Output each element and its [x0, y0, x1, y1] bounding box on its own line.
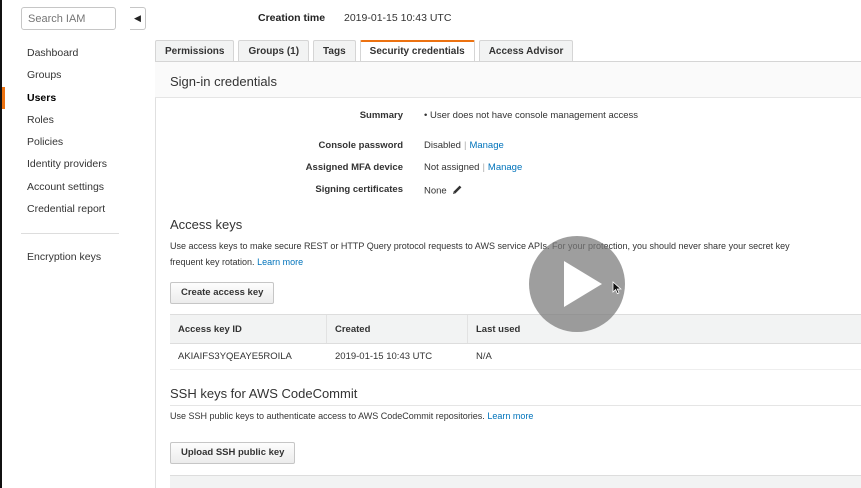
created-cell: 2019-01-15 10:43 UTC	[335, 351, 433, 362]
sidebar-item-groups[interactable]: Groups	[2, 64, 134, 86]
tab-permissions[interactable]: Permissions	[155, 40, 235, 62]
tab-tags[interactable]: Tags	[313, 40, 356, 62]
mfa-value: Not assigned	[424, 162, 480, 173]
play-button[interactable]	[529, 236, 625, 332]
sidebar-item-identity-providers[interactable]: Identity providers	[2, 153, 134, 175]
access-key-id-cell: AKIAIFS3YQEAYE5ROILA	[178, 351, 292, 362]
column-header-last-used[interactable]: Last used	[468, 315, 861, 343]
sidebar-item-policies[interactable]: Policies	[2, 131, 134, 153]
mfa-row: Not assigned | Manage	[424, 162, 523, 173]
sidebar-item-roles[interactable]: Roles	[2, 109, 134, 131]
ssh-keys-title: SSH keys for AWS CodeCommit	[170, 386, 358, 401]
sidebar-item-encryption-keys[interactable]: Encryption keys	[27, 251, 101, 263]
create-access-key-button[interactable]: Create access key	[170, 282, 275, 304]
upload-ssh-public-key-button[interactable]: Upload SSH public key	[170, 442, 296, 464]
signing-certificates-value: None	[424, 185, 447, 197]
sidebar-item-credential-report[interactable]: Credential report	[2, 198, 134, 220]
ssh-keys-table-header	[170, 475, 861, 488]
tab-bar: Permissions Groups (1) Tags Security cre…	[155, 40, 577, 62]
ssh-section-divider	[170, 405, 861, 406]
sidebar-collapse-button[interactable]: ◀	[130, 7, 146, 30]
signin-title: Sign-in credentials	[170, 74, 277, 89]
tab-groups[interactable]: Groups (1)	[238, 40, 310, 62]
creation-time-label: Creation time	[258, 12, 326, 24]
sidebar-nav: Dashboard Groups Users Roles Policies Id…	[2, 42, 134, 220]
search-input[interactable]	[21, 7, 116, 30]
pencil-icon[interactable]	[452, 184, 463, 198]
access-keys-description-line2: frequent key rotation. Learn more	[170, 255, 303, 270]
column-header-access-key-id[interactable]: Access key ID	[170, 315, 327, 343]
sidebar-item-users[interactable]: Users	[2, 86, 134, 109]
access-keys-table: Access key ID Created Last used AKIAIFS3…	[170, 314, 861, 370]
ssh-keys-description: Use SSH public keys to authenticate acce…	[170, 409, 533, 424]
table-header: Access key ID Created Last used	[170, 314, 861, 344]
signing-certificates-row: None	[424, 184, 463, 198]
console-password-value: Disabled	[424, 140, 461, 151]
summary-value: • User does not have console management …	[424, 110, 639, 121]
last-used-cell: N/A	[476, 351, 492, 362]
console-password-manage-link[interactable]: Manage	[469, 140, 503, 151]
sidebar-divider	[21, 233, 119, 234]
content-panel	[155, 62, 861, 488]
table-row[interactable]: AKIAIFS3YQEAYE5ROILA 2019-01-15 10:43 UT…	[170, 344, 861, 370]
sidebar-item-account-settings[interactable]: Account settings	[2, 176, 134, 198]
tab-security-credentials[interactable]: Security credentials	[359, 40, 475, 62]
mfa-label: Assigned MFA device	[305, 162, 403, 173]
play-icon	[564, 261, 602, 307]
access-keys-learn-more-link[interactable]: Learn more	[257, 257, 303, 267]
mouse-cursor-icon	[612, 281, 622, 300]
summary-label: Summary	[359, 110, 403, 121]
chevron-left-icon: ◀	[134, 13, 141, 23]
access-keys-description-line1: Use access keys to make secure REST or H…	[170, 241, 790, 251]
sidebar: Dashboard Groups Users Roles Policies Id…	[2, 0, 134, 488]
console-password-label: Console password	[318, 140, 403, 151]
access-keys-title: Access keys	[170, 217, 243, 232]
ssh-keys-learn-more-link[interactable]: Learn more	[487, 411, 533, 421]
console-password-row: Disabled | Manage	[424, 140, 504, 151]
creation-time-value: 2019-01-15 10:43 UTC	[344, 12, 452, 24]
sidebar-item-dashboard[interactable]: Dashboard	[2, 42, 134, 64]
mfa-manage-link[interactable]: Manage	[488, 162, 522, 173]
signing-certificates-label: Signing certificates	[315, 184, 403, 195]
tab-access-advisor[interactable]: Access Advisor	[478, 40, 574, 62]
ssh-keys-description-text: Use SSH public keys to authenticate acce…	[170, 411, 485, 421]
column-header-created[interactable]: Created	[327, 315, 468, 343]
access-keys-description-text: frequent key rotation.	[170, 257, 255, 267]
